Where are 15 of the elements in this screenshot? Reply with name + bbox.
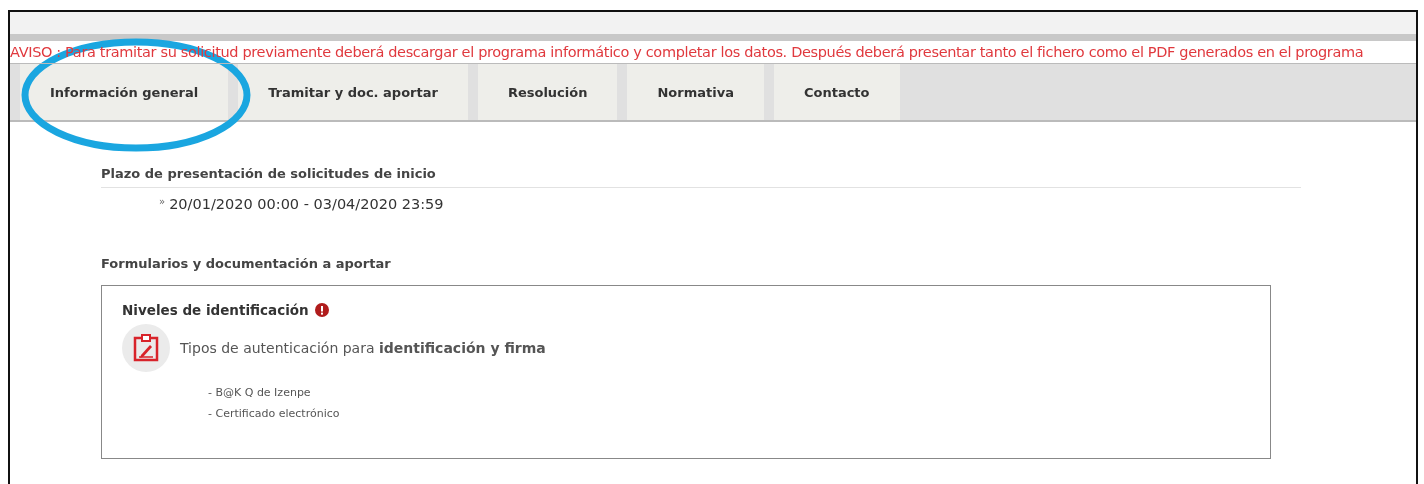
list-item: - B@K Q de Izenpe bbox=[208, 386, 312, 399]
tab[interactable]: Contacto bbox=[773, 64, 900, 120]
period-text: 20/01/2020 00:00 - 03/04/2020 23:59 bbox=[169, 196, 444, 212]
clipboard-pen-icon bbox=[122, 324, 170, 372]
list-item: - Certificado electrónico bbox=[208, 407, 341, 420]
auth-text: Tipos de autenticación para identificación y firma bbox=[180, 340, 546, 356]
section-heading: Plazo de presentación de solicitudes de inicio bbox=[101, 166, 1301, 188]
card-title: Niveles de identificación bbox=[122, 302, 309, 318]
section-heading: Formularios y documentación a aportar bbox=[101, 256, 392, 273]
tab[interactable]: Información general bbox=[20, 64, 229, 120]
tab[interactable]: Tramitar y doc. aportar bbox=[238, 64, 468, 120]
alert-icon bbox=[314, 303, 329, 317]
bullet-marker: » bbox=[159, 196, 166, 209]
tab[interactable]: Normativa bbox=[627, 64, 764, 120]
tab[interactable]: Resolución bbox=[477, 64, 618, 120]
